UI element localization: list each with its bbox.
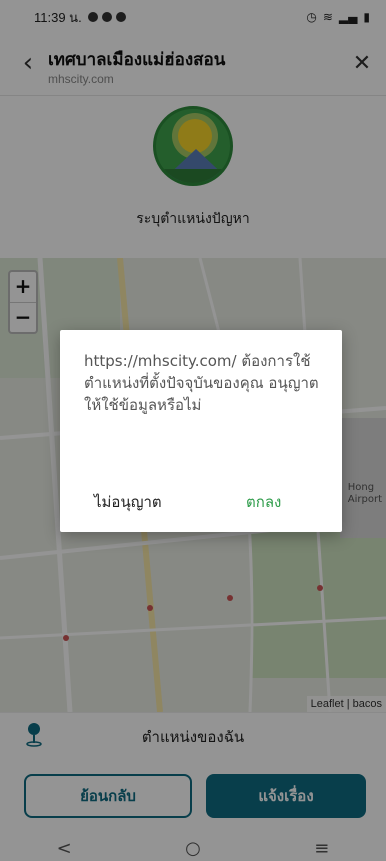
allow-button[interactable]: ตกลง (246, 490, 281, 514)
screen: 11:39 น. ◷ ≋ ▂▄ ▮ ‹ เทศบาลเมืองแม่ฮ่องสอ… (0, 0, 386, 861)
deny-button[interactable]: ไม่อนุญาต (94, 490, 162, 514)
location-permission-dialog: https://mhscity.com/ ต้องการใช้ตำแหน่งที… (60, 330, 342, 532)
dialog-message: https://mhscity.com/ ต้องการใช้ตำแหน่งที… (84, 352, 319, 414)
